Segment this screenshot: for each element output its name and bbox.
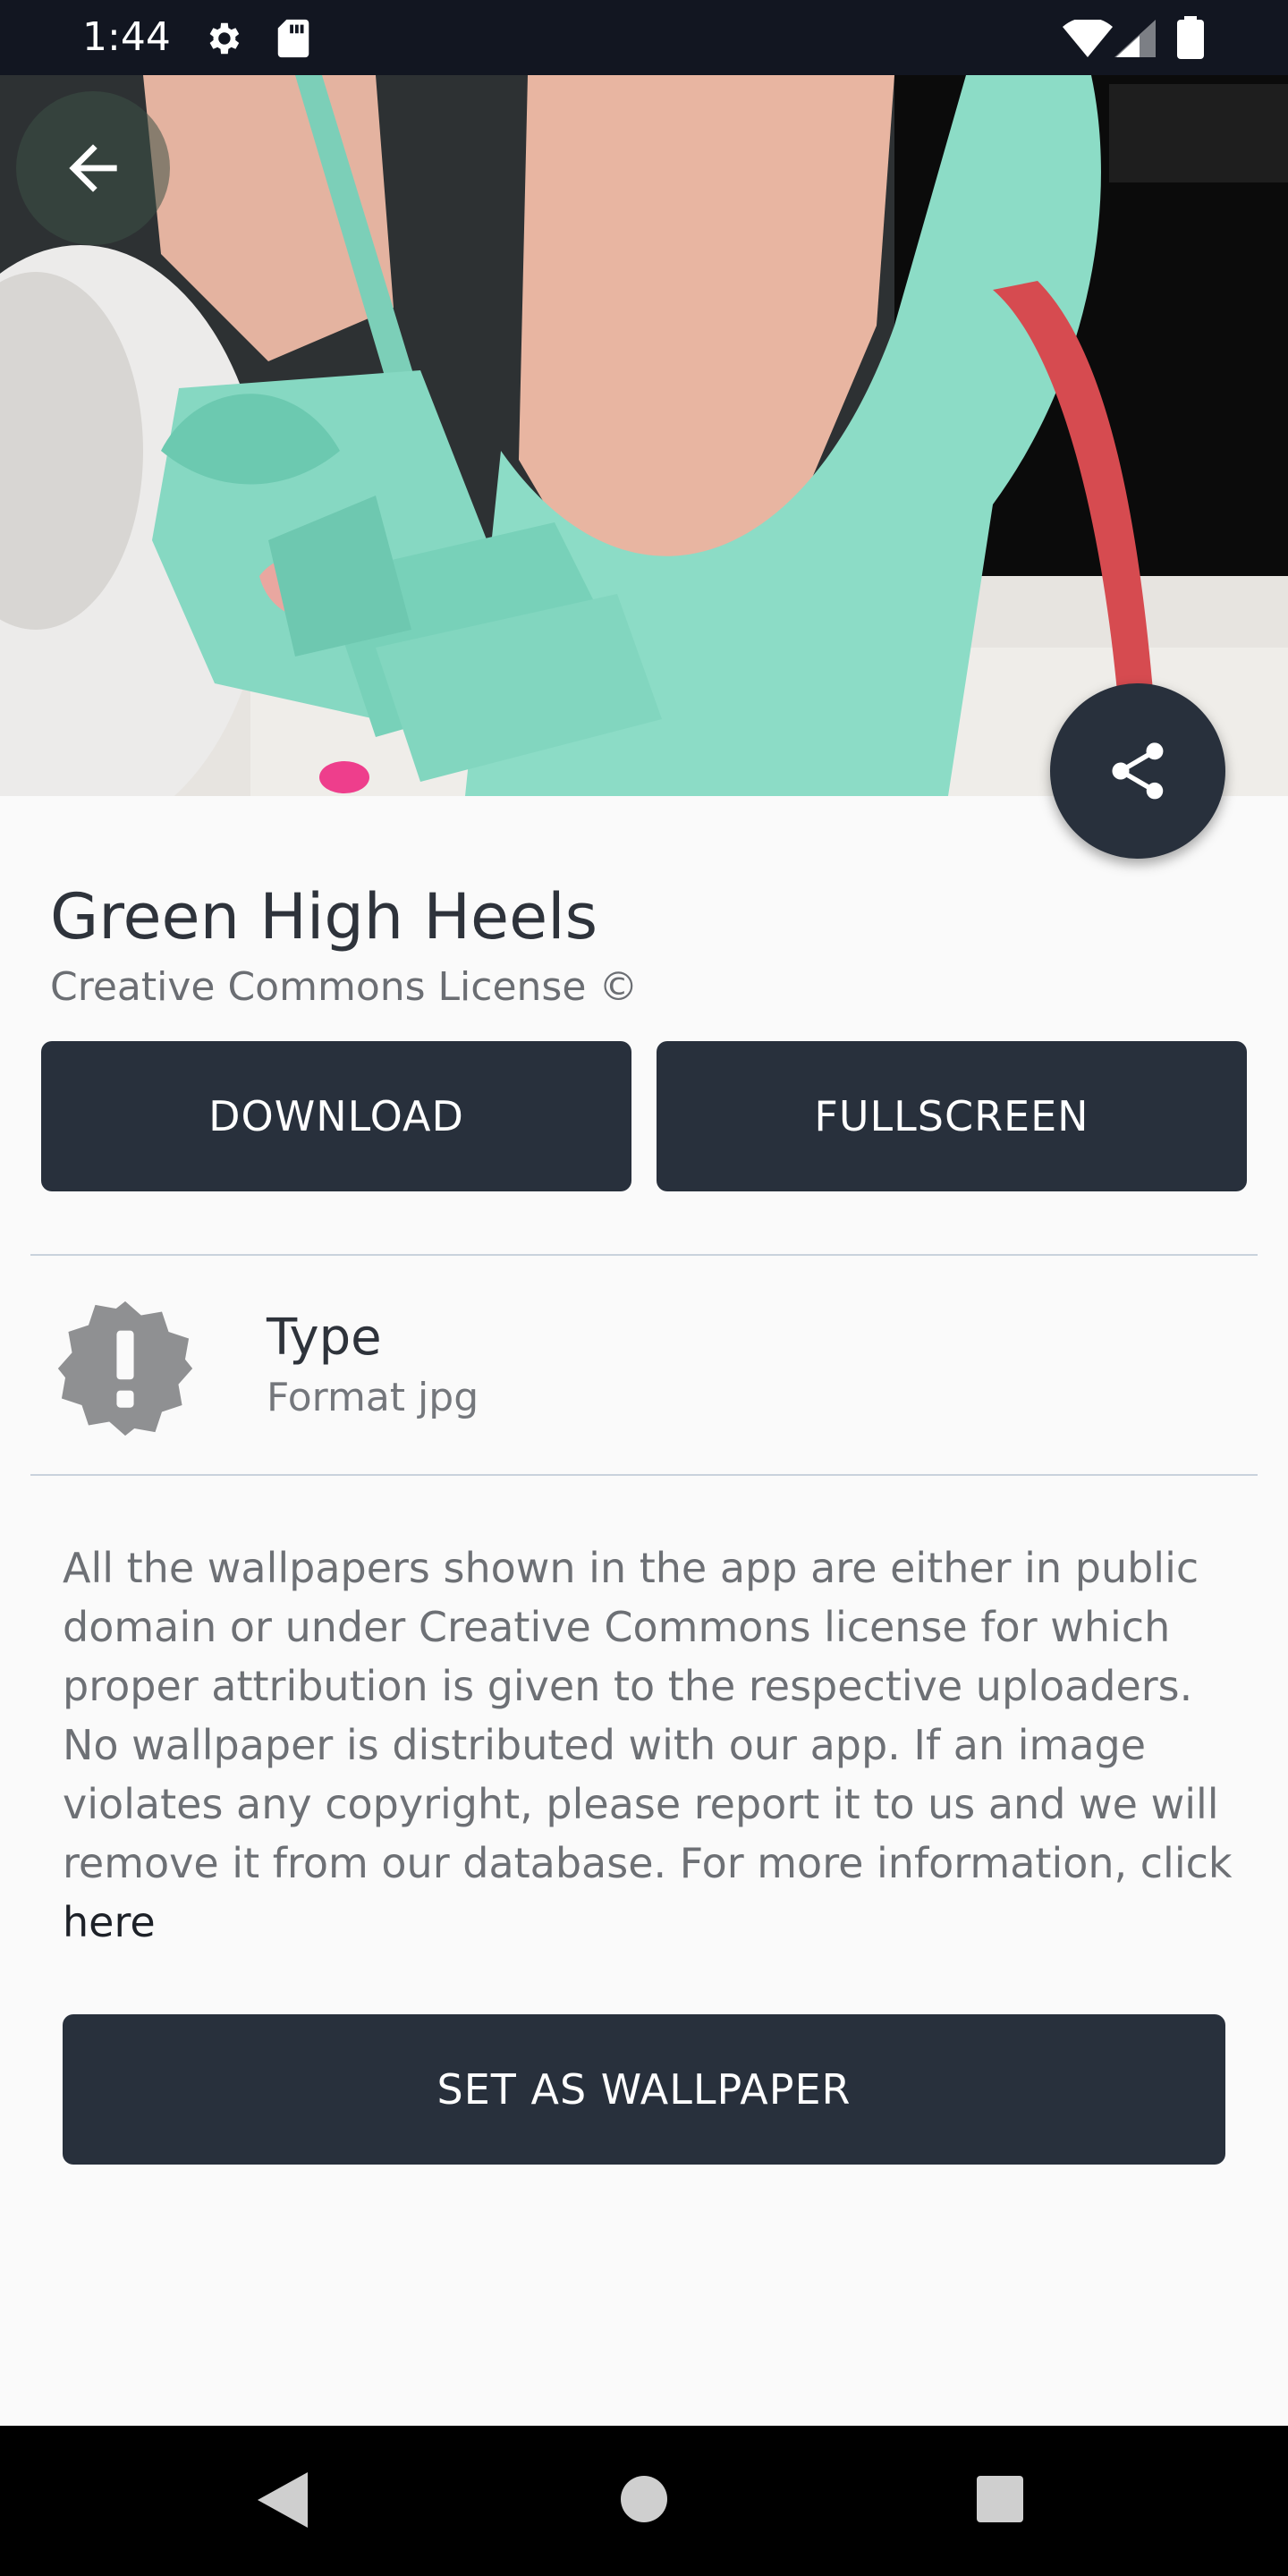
download-button[interactable]: DOWNLOAD xyxy=(41,1041,631,1191)
system-navigation-bar xyxy=(0,2426,1288,2576)
set-as-wallpaper-button[interactable]: SET AS WALLPAPER xyxy=(63,2014,1225,2165)
arrow-back-icon xyxy=(69,144,117,192)
type-value: Format jpg xyxy=(267,1375,479,1420)
nav-home-icon[interactable] xyxy=(621,2476,667,2526)
disclaimer-body: All the wallpapers shown in the app are … xyxy=(63,1544,1233,1887)
share-button[interactable] xyxy=(1050,683,1225,859)
divider xyxy=(30,1254,1258,1256)
share-icon xyxy=(1112,742,1164,800)
nav-recents-icon[interactable] xyxy=(977,2476,1023,2526)
license-text: Creative Commons License © xyxy=(50,964,639,1010)
nav-back-icon[interactable] xyxy=(258,2472,308,2531)
disclaimer-text: All the wallpapers shown in the app are … xyxy=(63,1538,1243,1952)
cellular-signal-icon xyxy=(1114,20,1156,57)
status-time: 1:44 xyxy=(82,14,171,60)
status-bar: 1:44 xyxy=(0,0,1288,75)
wallpaper-title: Green High Heels xyxy=(50,880,598,953)
back-button[interactable] xyxy=(16,91,170,245)
more-info-link[interactable]: here xyxy=(63,1898,156,1946)
type-label: Type xyxy=(267,1309,382,1367)
battery-icon xyxy=(1177,16,1204,59)
settings-gear-icon xyxy=(202,18,243,59)
wallpaper-preview-image xyxy=(0,75,1288,796)
divider xyxy=(30,1474,1258,1476)
alert-badge-icon xyxy=(52,1295,199,1445)
fullscreen-button[interactable]: FULLSCREEN xyxy=(657,1041,1247,1191)
wifi-icon xyxy=(1063,20,1113,57)
sd-card-icon xyxy=(275,18,311,59)
